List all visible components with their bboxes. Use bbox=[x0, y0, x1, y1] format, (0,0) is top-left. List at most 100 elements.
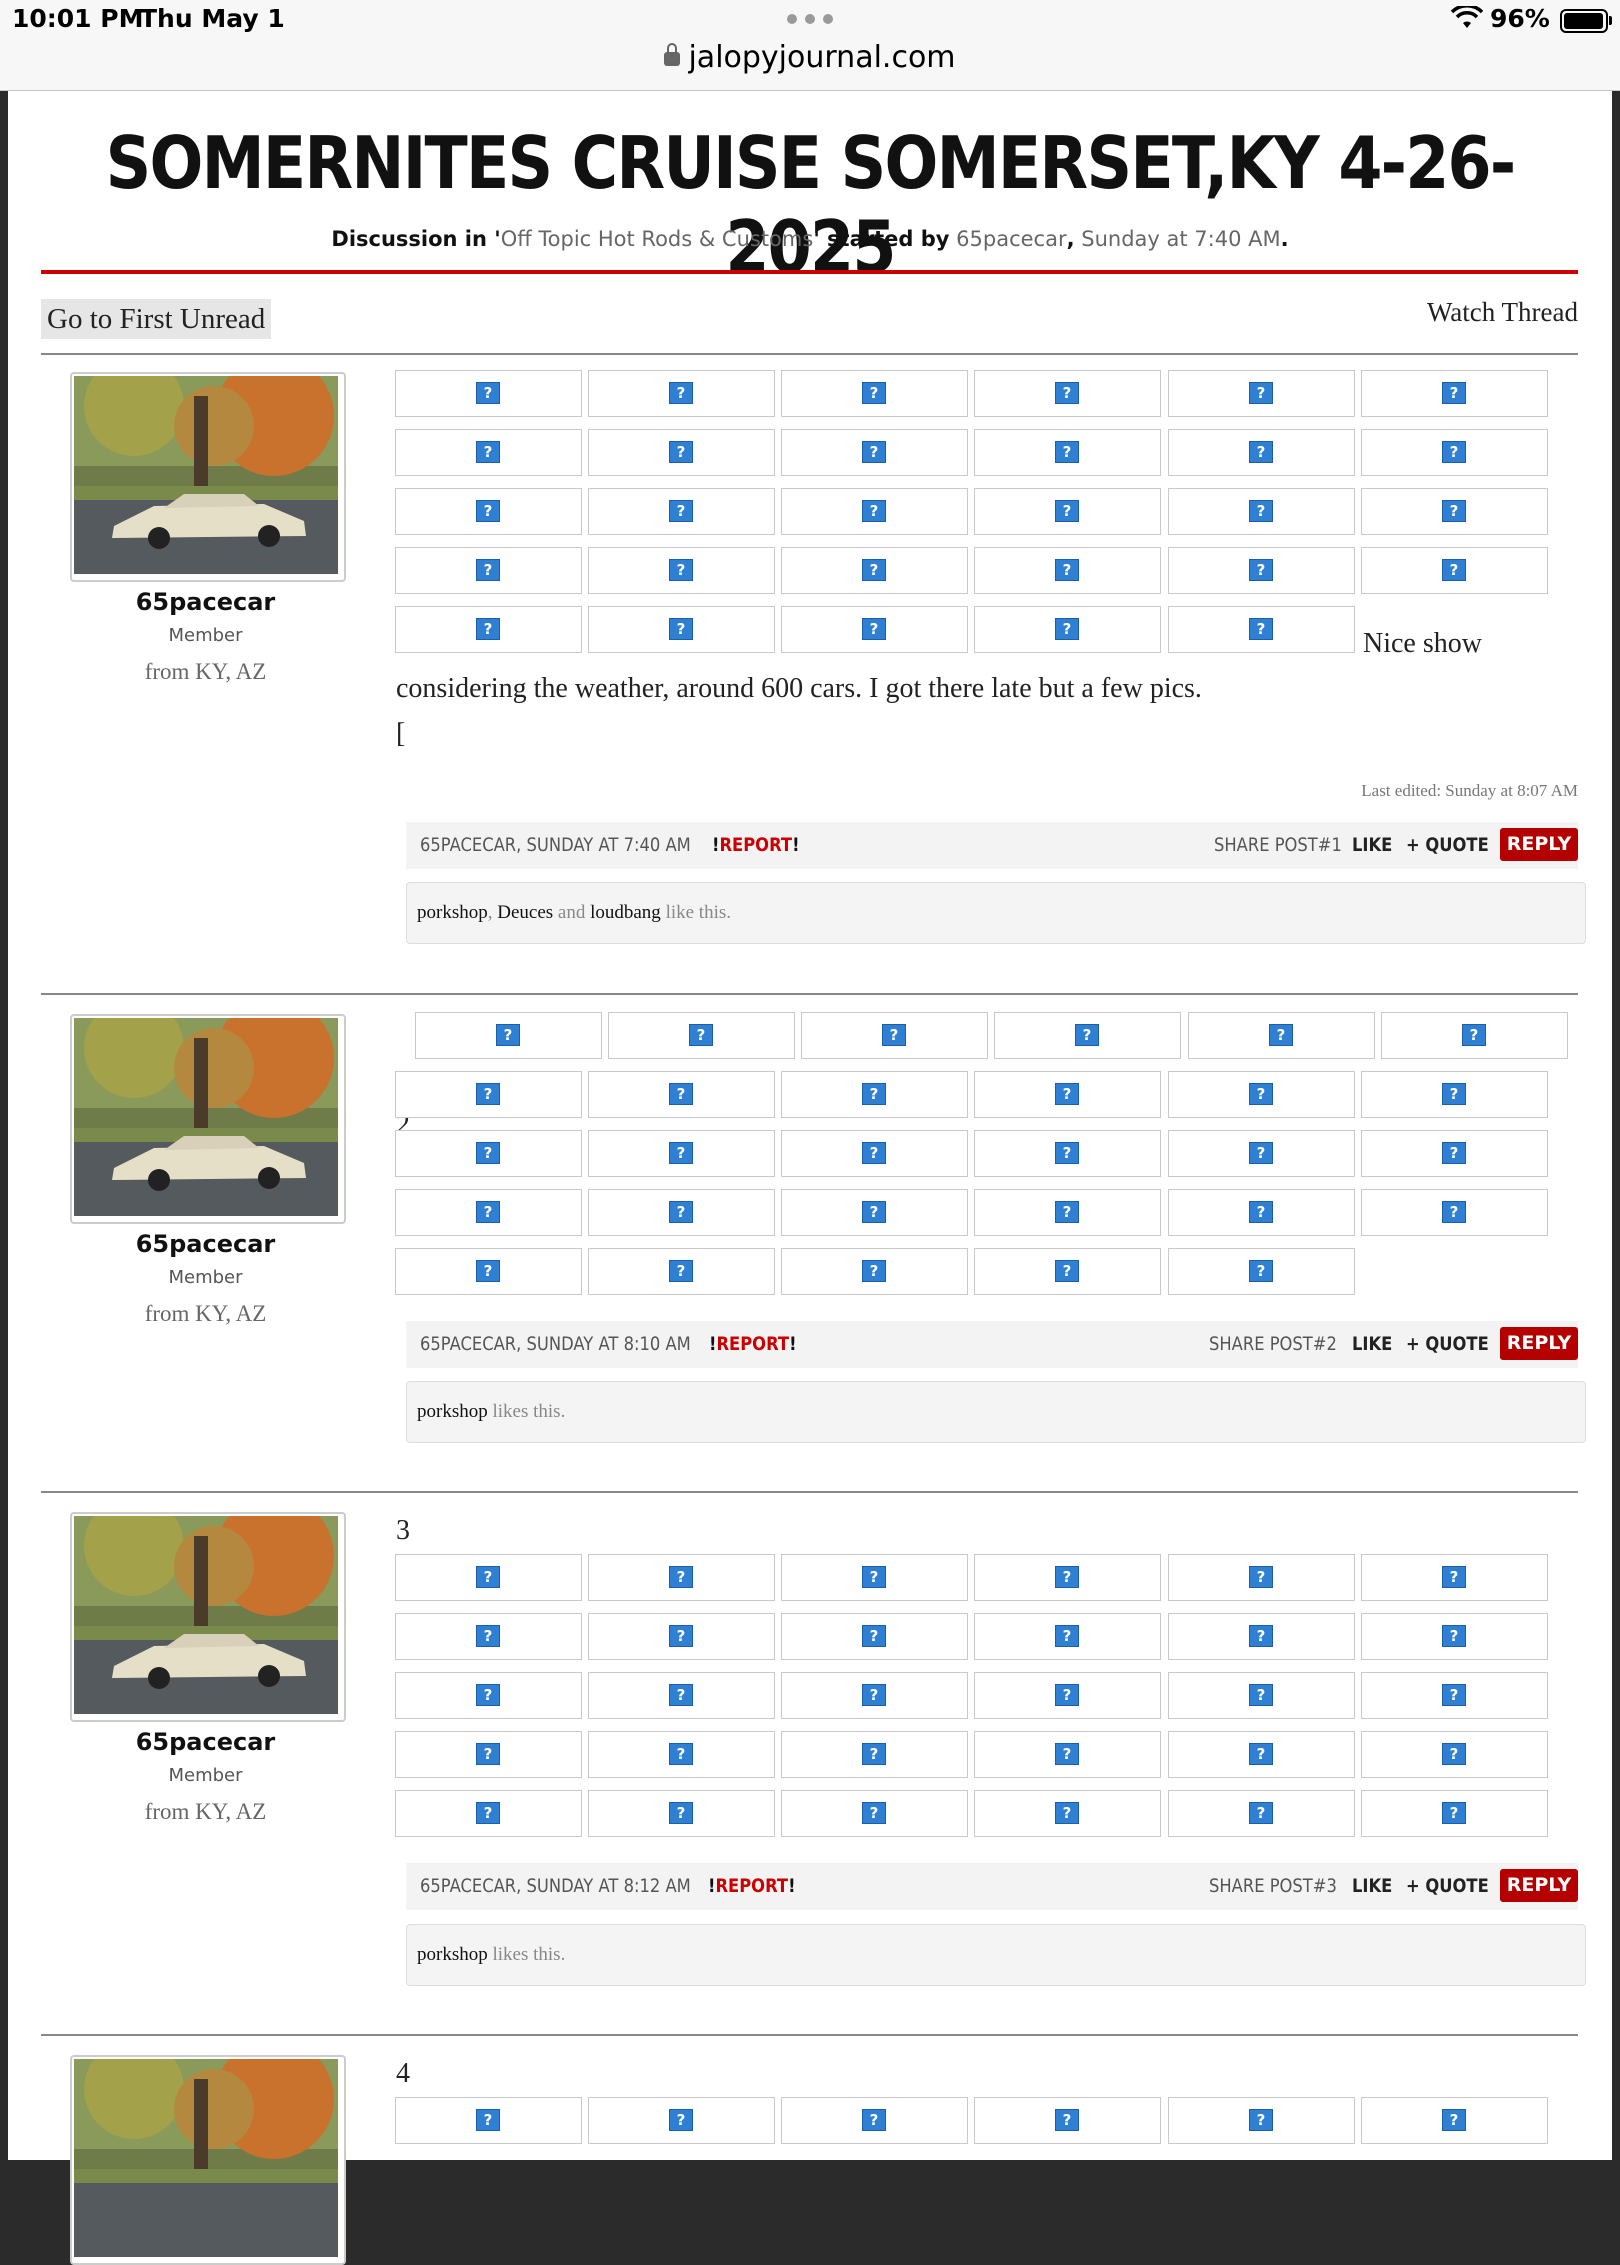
broken-image[interactable]: ? bbox=[974, 1790, 1161, 1837]
broken-image[interactable]: ? bbox=[1168, 1248, 1355, 1295]
broken-image[interactable]: ? bbox=[395, 1130, 582, 1177]
broken-image[interactable]: ? bbox=[1361, 1189, 1548, 1236]
broken-image[interactable]: ? bbox=[974, 1248, 1161, 1295]
started-time-link[interactable]: Sunday at 7:40 AM bbox=[1081, 227, 1280, 251]
liker-link[interactable]: porkshop bbox=[417, 1944, 488, 1965]
broken-image[interactable]: ? bbox=[781, 1071, 968, 1118]
broken-image[interactable]: ? bbox=[588, 488, 775, 535]
username-link[interactable]: 65pacecar bbox=[48, 1230, 363, 1258]
avatar[interactable] bbox=[70, 2055, 346, 2265]
broken-image[interactable]: ? bbox=[1188, 1012, 1375, 1059]
broken-image[interactable]: ? bbox=[781, 488, 968, 535]
broken-image[interactable]: ? bbox=[1361, 1130, 1548, 1177]
broken-image[interactable]: ? bbox=[781, 1189, 968, 1236]
broken-image[interactable]: ? bbox=[781, 1248, 968, 1295]
like-link[interactable]: LIKE bbox=[1352, 1333, 1392, 1355]
broken-image[interactable]: ? bbox=[1168, 1790, 1355, 1837]
broken-image[interactable]: ? bbox=[1168, 429, 1355, 476]
broken-image[interactable]: ? bbox=[974, 1189, 1161, 1236]
broken-image[interactable]: ? bbox=[1361, 488, 1548, 535]
broken-image[interactable]: ? bbox=[974, 1731, 1161, 1778]
liker-link[interactable]: porkshop bbox=[417, 1401, 488, 1422]
broken-image[interactable]: ? bbox=[974, 488, 1161, 535]
broken-image[interactable]: ? bbox=[395, 429, 582, 476]
broken-image[interactable]: ? bbox=[588, 1731, 775, 1778]
share-post-link[interactable]: SHARE POST#3 bbox=[1209, 1875, 1337, 1897]
broken-image[interactable]: ? bbox=[1361, 1554, 1548, 1601]
broken-image[interactable]: ? bbox=[1361, 1731, 1548, 1778]
broken-image[interactable]: ? bbox=[395, 1790, 582, 1837]
broken-image[interactable]: ? bbox=[395, 547, 582, 594]
address-bar[interactable]: jalopyjournal.com bbox=[0, 40, 1620, 75]
broken-image[interactable]: ? bbox=[588, 1189, 775, 1236]
liker-link[interactable]: Deuces bbox=[497, 902, 553, 923]
broken-image[interactable]: ? bbox=[1361, 429, 1548, 476]
go-to-first-unread-button[interactable]: Go to First Unread bbox=[41, 299, 272, 339]
report-link[interactable]: !REPORT! bbox=[712, 834, 800, 856]
broken-image[interactable]: ? bbox=[1361, 1071, 1548, 1118]
broken-image[interactable]: ? bbox=[588, 2097, 775, 2144]
broken-image[interactable]: ? bbox=[395, 1731, 582, 1778]
liker-link[interactable]: porkshop bbox=[417, 902, 488, 923]
username-link[interactable]: 65pacecar bbox=[48, 588, 363, 616]
broken-image[interactable]: ? bbox=[1361, 547, 1548, 594]
broken-image[interactable]: ? bbox=[395, 488, 582, 535]
broken-image[interactable]: ? bbox=[588, 1130, 775, 1177]
avatar[interactable] bbox=[70, 372, 346, 582]
broken-image[interactable]: ? bbox=[1168, 1554, 1355, 1601]
broken-image[interactable]: ? bbox=[588, 606, 775, 653]
broken-image[interactable]: ? bbox=[588, 1672, 775, 1719]
broken-image[interactable]: ? bbox=[781, 606, 968, 653]
broken-image[interactable]: ? bbox=[415, 1012, 602, 1059]
report-link[interactable]: !REPORT! bbox=[708, 1875, 796, 1897]
broken-image[interactable]: ? bbox=[395, 1248, 582, 1295]
broken-image[interactable]: ? bbox=[588, 1613, 775, 1660]
broken-image[interactable]: ? bbox=[974, 1554, 1161, 1601]
post-permalink[interactable]: 65PACECAR, SUNDAY AT 8:10 AM bbox=[420, 1333, 691, 1355]
share-post-link[interactable]: SHARE POST#1 bbox=[1214, 834, 1342, 856]
broken-image[interactable]: ? bbox=[395, 1672, 582, 1719]
broken-image[interactable]: ? bbox=[395, 370, 582, 417]
broken-image[interactable]: ? bbox=[588, 1790, 775, 1837]
broken-image[interactable]: ? bbox=[588, 1071, 775, 1118]
avatar[interactable] bbox=[70, 1014, 346, 1224]
broken-image[interactable]: ? bbox=[395, 1554, 582, 1601]
broken-image[interactable]: ? bbox=[801, 1012, 988, 1059]
forum-link[interactable]: Off Topic Hot Rods & Customs bbox=[501, 227, 814, 251]
broken-image[interactable]: ? bbox=[395, 1071, 582, 1118]
broken-image[interactable]: ? bbox=[781, 2097, 968, 2144]
broken-image[interactable]: ? bbox=[1168, 370, 1355, 417]
broken-image[interactable]: ? bbox=[588, 429, 775, 476]
broken-image[interactable]: ? bbox=[588, 370, 775, 417]
broken-image[interactable]: ? bbox=[588, 1554, 775, 1601]
post-permalink[interactable]: 65PACECAR, SUNDAY AT 7:40 AM bbox=[420, 834, 691, 856]
broken-image[interactable]: ? bbox=[1168, 1071, 1355, 1118]
broken-image[interactable]: ? bbox=[781, 429, 968, 476]
broken-image[interactable]: ? bbox=[1168, 547, 1355, 594]
liker-link[interactable]: loudbang bbox=[590, 902, 661, 923]
broken-image[interactable]: ? bbox=[781, 1672, 968, 1719]
broken-image[interactable]: ? bbox=[588, 1248, 775, 1295]
broken-image[interactable]: ? bbox=[994, 1012, 1181, 1059]
username-link[interactable]: 65pacecar bbox=[48, 1728, 363, 1756]
broken-image[interactable]: ? bbox=[395, 606, 582, 653]
broken-image[interactable]: ? bbox=[1361, 1790, 1548, 1837]
broken-image[interactable]: ? bbox=[974, 1613, 1161, 1660]
avatar[interactable] bbox=[70, 1512, 346, 1722]
broken-image[interactable]: ? bbox=[974, 2097, 1161, 2144]
report-link[interactable]: !REPORT! bbox=[709, 1333, 797, 1355]
broken-image[interactable]: ? bbox=[1361, 370, 1548, 417]
broken-image[interactable]: ? bbox=[974, 1672, 1161, 1719]
reply-button[interactable]: REPLY bbox=[1500, 828, 1578, 861]
broken-image[interactable]: ? bbox=[1168, 606, 1355, 653]
broken-image[interactable]: ? bbox=[781, 1731, 968, 1778]
starter-link[interactable]: 65pacecar bbox=[956, 227, 1066, 251]
broken-image[interactable]: ? bbox=[781, 547, 968, 594]
broken-image[interactable]: ? bbox=[781, 370, 968, 417]
broken-image[interactable]: ? bbox=[1361, 2097, 1548, 2144]
broken-image[interactable]: ? bbox=[1168, 1731, 1355, 1778]
reply-button[interactable]: REPLY bbox=[1500, 1869, 1578, 1902]
broken-image[interactable]: ? bbox=[588, 547, 775, 594]
broken-image[interactable]: ? bbox=[1168, 488, 1355, 535]
broken-image[interactable]: ? bbox=[781, 1790, 968, 1837]
